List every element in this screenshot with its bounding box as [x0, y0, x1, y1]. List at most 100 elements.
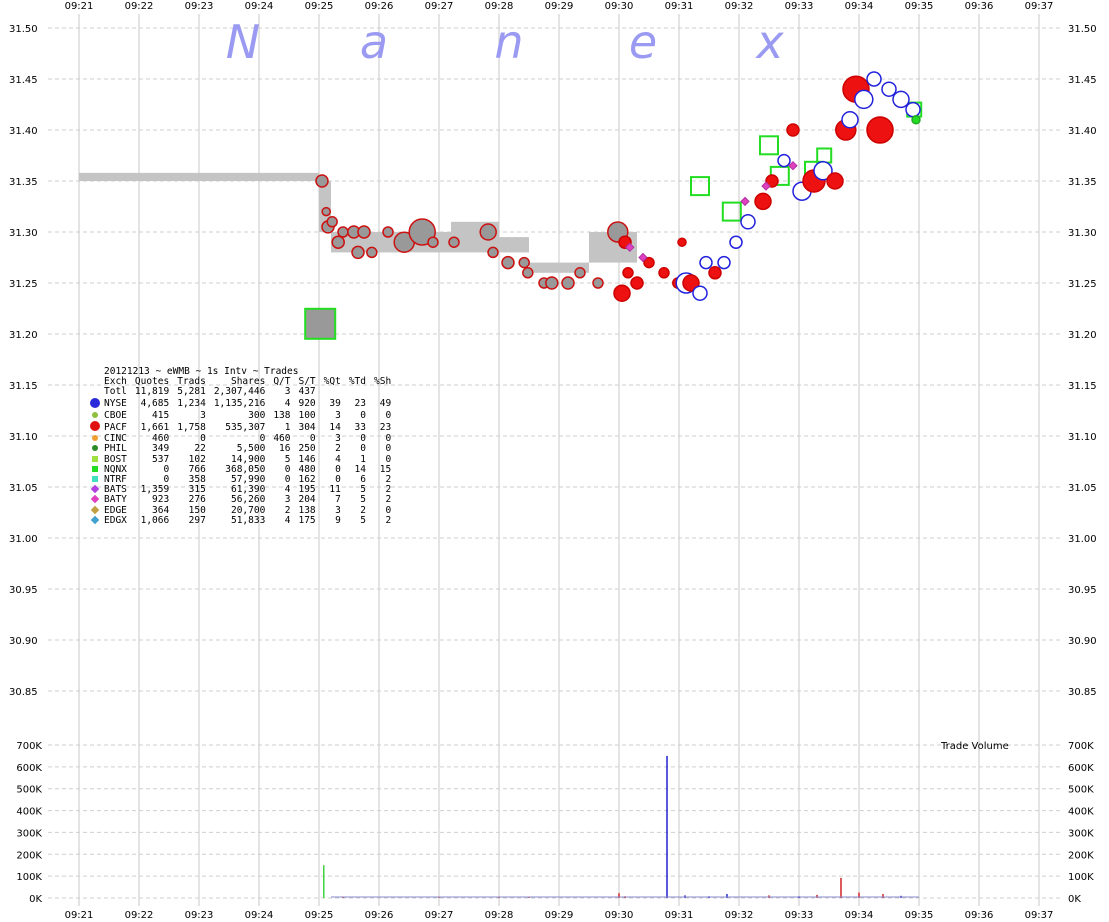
- trade-point: [881, 81, 897, 97]
- x-tick-label: 09:22: [125, 910, 154, 921]
- x-tick-label: 09:35: [905, 1, 934, 12]
- trade-point: [729, 235, 743, 249]
- stats-column-header: %Sh: [374, 376, 392, 388]
- x-tick-label: 09:29: [545, 1, 574, 12]
- stats-cell: 297: [188, 514, 206, 526]
- volume-tick-label: 100K: [1068, 872, 1094, 883]
- y-tick-label: 31.15: [1068, 381, 1097, 392]
- trade-point: [357, 225, 371, 239]
- x-tick-label: 09:28: [485, 910, 514, 921]
- volume-tick-label: 0K: [29, 894, 42, 905]
- exchange-marker-icon: [88, 465, 102, 475]
- stats-cell: 1,066: [140, 514, 170, 526]
- stats-cell: 300: [248, 409, 266, 421]
- y-tick-label: 30.95: [9, 585, 38, 596]
- x-tick-label: 09:27: [425, 910, 454, 921]
- volume-tick-label: 700K: [1068, 741, 1094, 752]
- trade-point: [613, 284, 631, 302]
- stats-cell: 3: [284, 386, 291, 398]
- stats-exchange: EDGX: [104, 514, 127, 526]
- y-tick-label: 31.40: [9, 126, 38, 137]
- trade-point: [427, 236, 439, 248]
- y-tick-label: 30.90: [9, 636, 38, 647]
- volume-tick-label: 600K: [1068, 763, 1094, 774]
- y-tick-label: 31.50: [1068, 24, 1097, 35]
- stats-cell: 4,685: [140, 398, 170, 410]
- y-tick-label: 31.40: [1068, 126, 1097, 137]
- exchange-marker-icon: [88, 434, 102, 444]
- watermark-letter: N: [226, 15, 260, 69]
- volume-tick-label: 400K: [16, 807, 42, 818]
- trade-box: [304, 307, 337, 340]
- stats-exchange: NYSE: [104, 398, 127, 410]
- trade-point: [892, 90, 910, 109]
- x-tick-label: 09:23: [185, 910, 214, 921]
- y-tick-label: 31.30: [1068, 228, 1097, 239]
- volume-bars: [323, 755, 919, 898]
- exchange-marker-icon: [88, 505, 102, 516]
- stats-cell: 0: [360, 409, 366, 421]
- exchange-marker-icon: [88, 444, 102, 454]
- x-tick-label: 09:37: [1025, 910, 1054, 921]
- stats-exchange: CBOE: [104, 409, 127, 421]
- trade-point: [337, 226, 349, 238]
- stats-row: EDGX 1,066 297 51,833 4 175 9 5 2: [88, 514, 391, 526]
- x-tick-label: 09:28: [485, 1, 514, 12]
- y-tick-label: 31.05: [9, 483, 38, 494]
- stats-cell: 51,833: [230, 514, 266, 526]
- x-tick-label: 09:30: [605, 910, 634, 921]
- x-tick-label: 09:23: [185, 1, 214, 12]
- nbbo-band-segment: [499, 237, 529, 253]
- stats-column-header: %Td: [348, 376, 366, 388]
- trade-point: [658, 267, 670, 279]
- trade-point: [522, 267, 534, 279]
- trade-point: [708, 266, 722, 280]
- x-tick-label: 09:27: [425, 1, 454, 12]
- stats-row: Totl 11,819 5,281 2,307,446 3 437: [88, 387, 391, 397]
- x-tick-label: 09:33: [785, 1, 814, 12]
- y-tick-label: 31.10: [9, 432, 38, 443]
- stats-cell: 175: [298, 514, 316, 526]
- volume-tick-label: 0K: [1068, 894, 1081, 905]
- y-tick-label: 31.00: [9, 534, 38, 545]
- exchange-marker-icon: [88, 475, 102, 485]
- x-tick-label: 09:25: [305, 910, 334, 921]
- trade-point: [351, 245, 365, 260]
- stats-cell: [316, 387, 341, 397]
- trade-point: [315, 174, 329, 188]
- trade-point: [717, 255, 731, 270]
- watermark-letter: n: [494, 15, 523, 69]
- trade-box: [721, 201, 742, 222]
- y-tick-label: 31.20: [9, 330, 38, 341]
- trade-point: [699, 255, 713, 270]
- watermark-letter: x: [754, 15, 784, 69]
- trade-point: [574, 267, 586, 279]
- volume-tick-label: 500K: [16, 785, 42, 796]
- nanex-watermark: Na n e x: [226, 15, 785, 69]
- nbbo-band-segment: [79, 172, 319, 181]
- x-tick-label: 09:32: [725, 910, 754, 921]
- y-tick-label: 31.50: [9, 24, 38, 35]
- volume-tick-label: 100K: [16, 872, 42, 883]
- stats-column-header: %Qt: [323, 376, 341, 388]
- y-tick-label: 31.25: [9, 279, 38, 290]
- volume-tick-label: 600K: [16, 763, 42, 774]
- trade-point: [677, 237, 687, 247]
- trade-point: [326, 216, 338, 228]
- trade-point: [518, 256, 530, 269]
- trade-point: [561, 276, 575, 290]
- exchange-stats-table: 20121213 ~ eWMB ~ 1s Intv ~ Trades Exch Q…: [88, 366, 392, 526]
- stats-cell: 535,307: [225, 421, 266, 433]
- x-tick-label: 09:25: [305, 1, 334, 12]
- stats-cell: 920: [298, 398, 316, 410]
- stats-cell: 39: [329, 398, 341, 410]
- x-tick-label: 09:31: [665, 910, 694, 921]
- stats-body: Totl 11,819 5,281 2,307,446 3 437 NYSE 4,685 1,2…: [88, 387, 391, 526]
- x-tick-label: 09:33: [785, 910, 814, 921]
- x-tick-label: 09:37: [1025, 1, 1054, 12]
- y-tick-label: 31.45: [1068, 75, 1097, 86]
- stats-cell: 9: [335, 514, 341, 526]
- stats-cell: 3: [335, 409, 341, 421]
- y-tick-label: 31.35: [1068, 177, 1097, 188]
- y-tick-label: 31.10: [1068, 432, 1097, 443]
